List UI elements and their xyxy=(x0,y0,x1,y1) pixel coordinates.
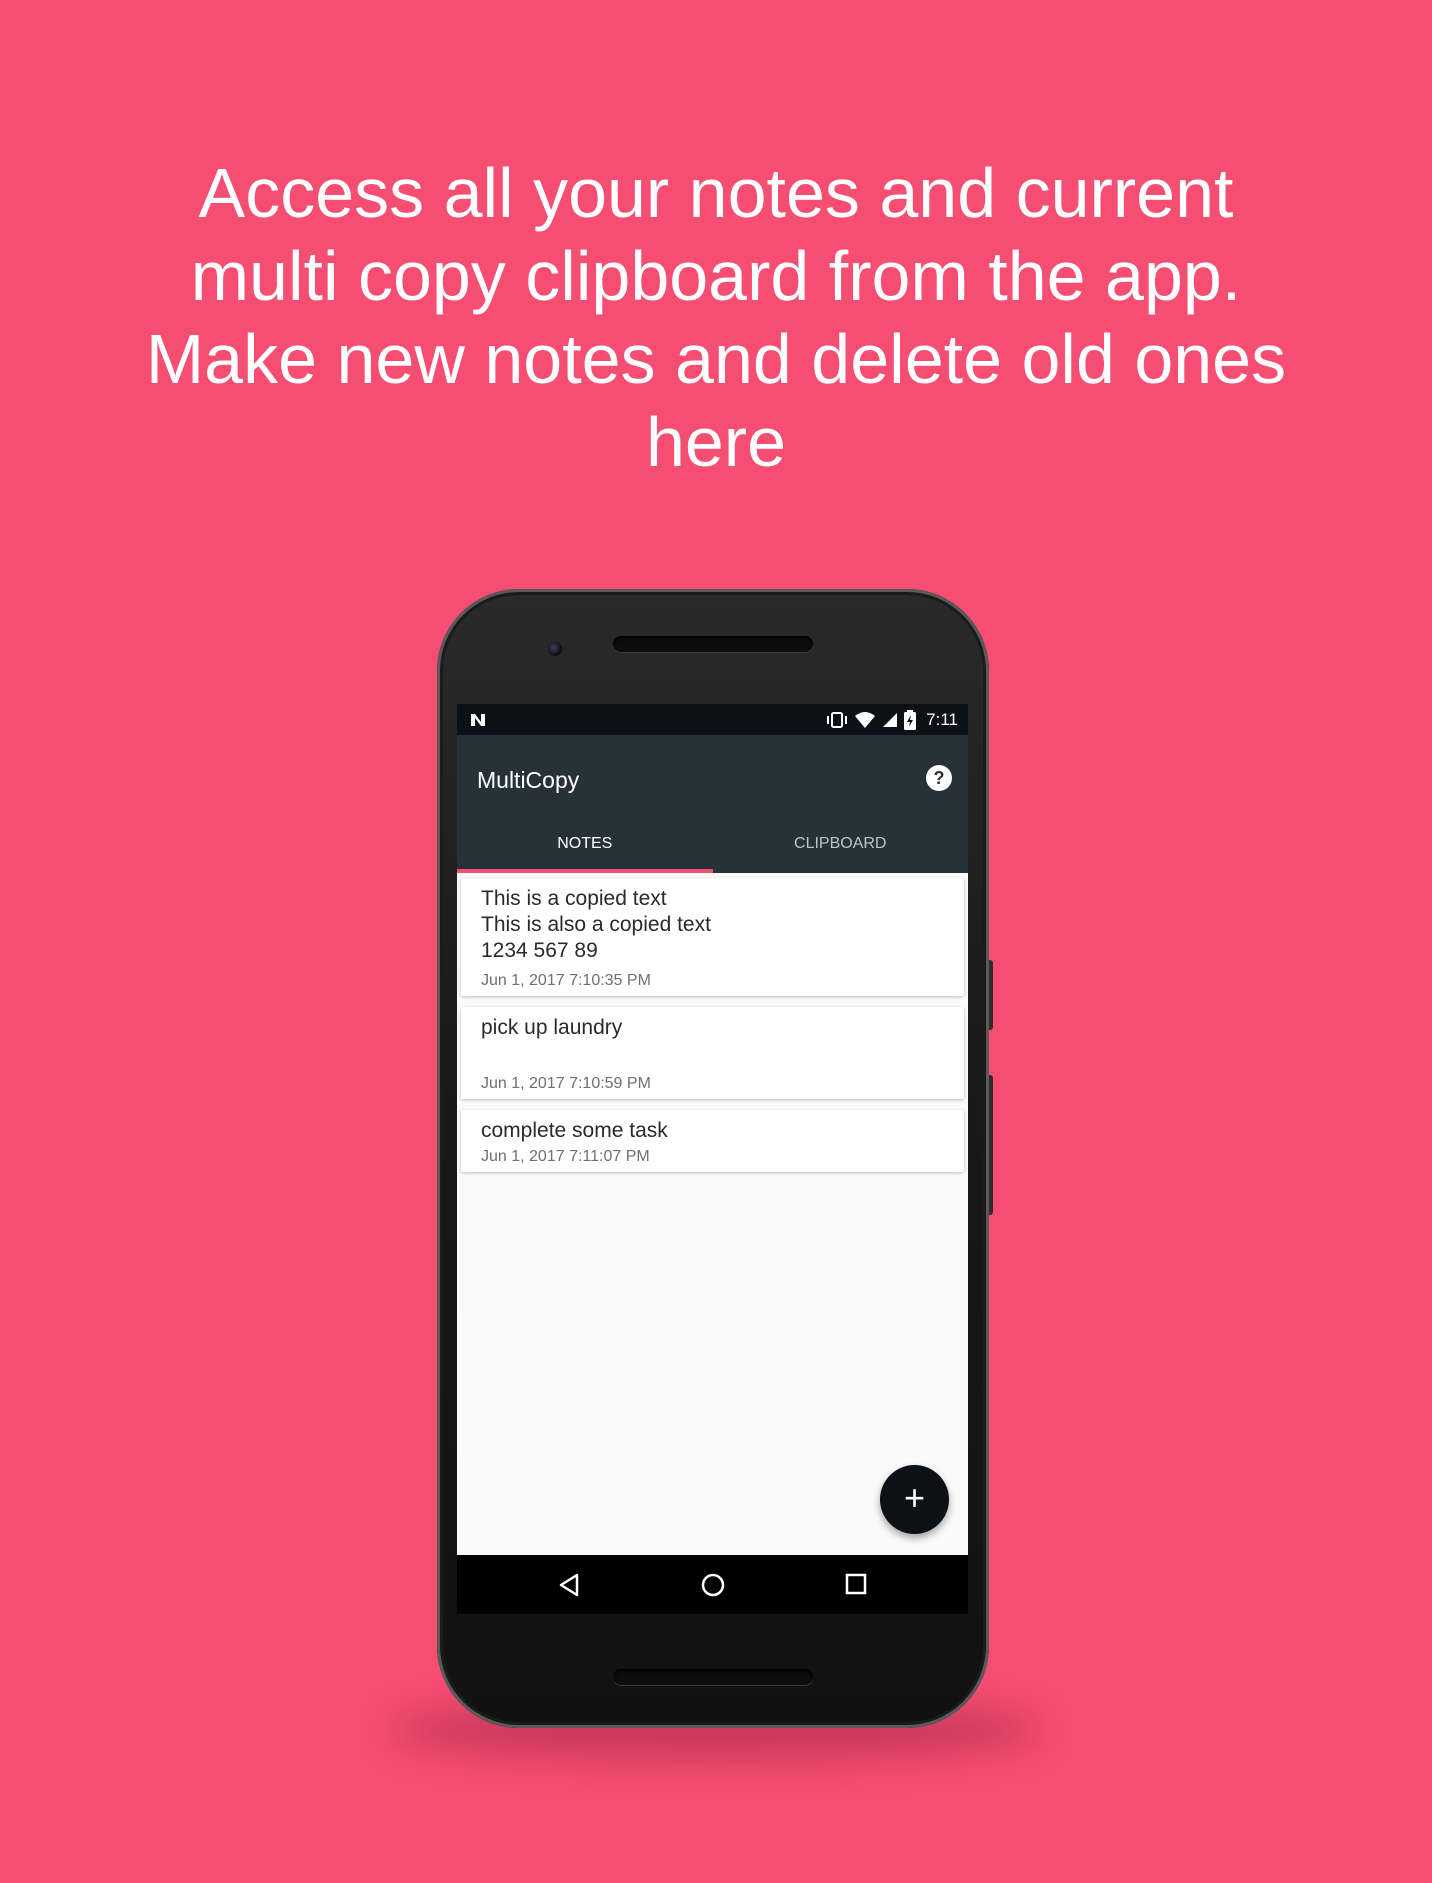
headline-line: here xyxy=(645,403,787,481)
tab-bar: NOTES CLIPBOARD xyxy=(457,820,968,873)
app-title: MultiCopy xyxy=(477,767,580,793)
headline-line: Access all your notes and current xyxy=(198,154,1234,232)
status-icons: 7:11 xyxy=(826,709,958,731)
help-button[interactable]: ? xyxy=(926,765,952,791)
note-date: Jun 1, 2017 7:10:59 PM xyxy=(481,1075,651,1092)
tab-clipboard[interactable]: CLIPBOARD xyxy=(713,820,969,873)
wifi-icon xyxy=(855,712,876,728)
note-text-line: This is a copied text xyxy=(481,887,667,910)
headline-line: multi copy clipboard from the app. xyxy=(190,237,1242,315)
battery-charging-icon xyxy=(904,710,917,730)
note-text-line: complete some task xyxy=(481,1119,668,1142)
status-clock: 7:11 xyxy=(926,710,958,729)
bottom-speaker xyxy=(613,1669,813,1685)
home-icon[interactable] xyxy=(700,1572,726,1598)
add-note-button[interactable]: + xyxy=(880,1465,949,1534)
front-camera-icon xyxy=(548,642,562,656)
notes-list: This is a copied text This is also a cop… xyxy=(461,878,964,1183)
notification-n-icon xyxy=(471,714,485,726)
note-text-line: This is also a copied text xyxy=(481,913,711,936)
headline: Access all your notes and current multi … xyxy=(100,152,1332,484)
note-date: Jun 1, 2017 7:11:07 PM xyxy=(481,1148,650,1165)
vibrate-icon xyxy=(827,712,848,728)
phone-screen: 7:11 MultiCopy ? NOTES CLIPBOARD This is… xyxy=(457,704,968,1614)
status-bar: 7:11 xyxy=(457,704,968,735)
note-card[interactable]: This is a copied text This is also a cop… xyxy=(461,878,964,996)
phone-frame: 7:11 MultiCopy ? NOTES CLIPBOARD This is… xyxy=(437,589,989,1728)
top-speaker xyxy=(613,636,813,652)
note-text-line: 1234 567 89 xyxy=(481,939,598,962)
back-icon[interactable] xyxy=(557,1572,581,1598)
tab-notes[interactable]: NOTES xyxy=(457,820,713,873)
note-card[interactable]: complete some task Jun 1, 2017 7:11:07 P… xyxy=(461,1110,964,1172)
recents-icon[interactable] xyxy=(845,1573,867,1595)
plus-icon: + xyxy=(903,1477,926,1518)
note-date: Jun 1, 2017 7:10:35 PM xyxy=(481,972,651,989)
help-circle-icon: ? xyxy=(933,768,945,788)
note-card[interactable]: pick up laundry Jun 1, 2017 7:10:59 PM xyxy=(461,1007,964,1099)
headline-line: Make new notes and delete old ones xyxy=(145,320,1287,398)
navigation-bar xyxy=(457,1555,968,1614)
cell-signal-icon xyxy=(883,713,898,727)
app-bar: MultiCopy ? NOTES CLIPBOARD xyxy=(457,735,968,873)
note-text-line: pick up laundry xyxy=(481,1016,623,1039)
